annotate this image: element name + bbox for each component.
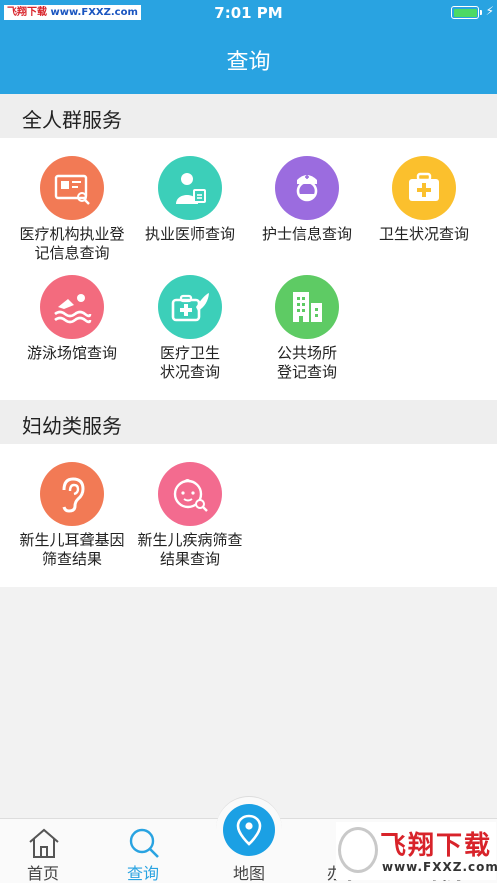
service-item-public-places[interactable]: 公共场所登记查询 (245, 275, 369, 382)
tab-label: 首页 (26, 864, 59, 883)
tab-label: 查询 (126, 864, 159, 883)
medical-case-leaf-icon (158, 275, 222, 339)
service-item-label: 新生儿耳聋基因筛查结果 (19, 531, 125, 568)
home-icon (29, 828, 59, 858)
service-item-licensed-doctor[interactable]: 执业医师查询 (128, 156, 252, 244)
service-item-label: 新生儿疾病筛查结果查询 (137, 531, 243, 568)
search-icon (129, 828, 159, 858)
page-title: 查询 (226, 50, 271, 75)
nav-bar: 查询 (0, 25, 497, 94)
charging-icon: ⚡ (485, 4, 494, 18)
service-item-medical-institution[interactable]: 医疗机构执业登记信息查询 (10, 156, 134, 263)
service-item-label: 医疗卫生状况查询 (159, 344, 220, 381)
watermark-title: 飞翔下载 (380, 831, 493, 861)
tab-home[interactable]: 首页 (0, 819, 86, 883)
section-header-general: 全人群服务 (0, 94, 497, 138)
service-item-label: 公共场所登记查询 (276, 344, 337, 381)
service-grid-maternal-child: 新生儿耳聋基因筛查结果 新生儿疾病筛查结果查询 (0, 444, 497, 587)
service-item-label: 游泳场馆查询 (26, 344, 117, 362)
status-time: 7:01 PM (214, 4, 283, 22)
doctor-icon (158, 156, 222, 220)
battery-icon (451, 6, 479, 19)
building-icon (275, 275, 339, 339)
section-header-maternal-child: 妇幼类服务 (0, 400, 497, 444)
service-item-hygiene-status[interactable]: 卫生状况查询 (362, 156, 486, 244)
tab-label: 地图 (232, 864, 265, 883)
service-grid-general: 医疗机构执业登记信息查询 执业医师查询 护士信息查询 卫生状况查询 游泳场馆查询… (0, 138, 497, 400)
battery-tip (480, 10, 482, 15)
ear-icon (40, 462, 104, 526)
service-item-label: 卫生状况查询 (378, 225, 469, 243)
tab-map[interactable]: 地图 (206, 819, 292, 883)
id-card-search-icon (40, 156, 104, 220)
service-item-newborn-hearing[interactable]: 新生儿耳聋基因筛查结果 (10, 462, 134, 569)
section-title: 全人群服务 (22, 108, 122, 132)
watermark-overlay: 飞翔下载 www.FXXZ.com (336, 822, 497, 880)
service-item-medical-hygiene[interactable]: 医疗卫生状况查询 (128, 275, 252, 382)
service-item-label: 医疗机构执业登记信息查询 (19, 225, 125, 262)
service-item-label: 护士信息查询 (261, 225, 352, 243)
watermark-logo-icon (338, 827, 378, 873)
service-item-newborn-disease[interactable]: 新生儿疾病筛查结果查询 (128, 462, 252, 569)
watermark-url: www.FXXZ.com (382, 860, 497, 874)
section-title: 妇幼类服务 (22, 414, 122, 438)
service-item-label: 执业医师查询 (144, 225, 235, 243)
nurse-icon (275, 156, 339, 220)
medical-kit-icon (392, 156, 456, 220)
swimmer-icon (40, 275, 104, 339)
baby-icon (158, 462, 222, 526)
tab-query[interactable]: 查询 (100, 819, 186, 883)
service-item-nurse-info[interactable]: 护士信息查询 (245, 156, 369, 244)
status-bar: 飞翔下载 www.FXXZ.com 7:01 PM ⚡ (0, 0, 497, 25)
service-item-swimming-venue[interactable]: 游泳场馆查询 (10, 275, 134, 363)
